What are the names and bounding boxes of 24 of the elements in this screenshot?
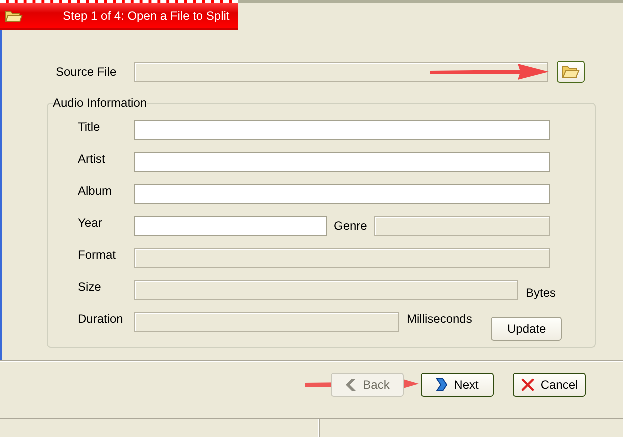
field-label: Duration bbox=[78, 312, 124, 326]
unit-label: Bytes bbox=[526, 286, 556, 300]
close-icon bbox=[520, 378, 535, 392]
unit-label: Milliseconds bbox=[407, 312, 472, 326]
text-field[interactable] bbox=[134, 120, 550, 140]
back-arrow-icon bbox=[345, 378, 358, 392]
next-button[interactable]: Next bbox=[421, 373, 494, 397]
field-label: Size bbox=[78, 280, 102, 294]
field-label: Album bbox=[78, 184, 114, 198]
field-label: Title bbox=[78, 120, 102, 134]
field-label: Format bbox=[78, 248, 118, 262]
field-label: Artist bbox=[78, 152, 106, 166]
text-field[interactable] bbox=[134, 184, 550, 204]
next-arrow-icon bbox=[436, 378, 448, 392]
browse-button[interactable] bbox=[557, 61, 585, 83]
field-label: Year bbox=[78, 216, 104, 230]
step-title: Step 1 of 4: Open a File to Split bbox=[63, 8, 230, 22]
text-field[interactable] bbox=[134, 216, 327, 236]
cancel-button[interactable]: Cancel bbox=[513, 373, 586, 397]
group-title: Audio Information bbox=[53, 96, 148, 110]
field-label: Genre bbox=[334, 219, 368, 233]
field-label: Source File bbox=[56, 65, 118, 79]
text-field[interactable] bbox=[134, 152, 550, 172]
folder-icon bbox=[562, 65, 580, 79]
